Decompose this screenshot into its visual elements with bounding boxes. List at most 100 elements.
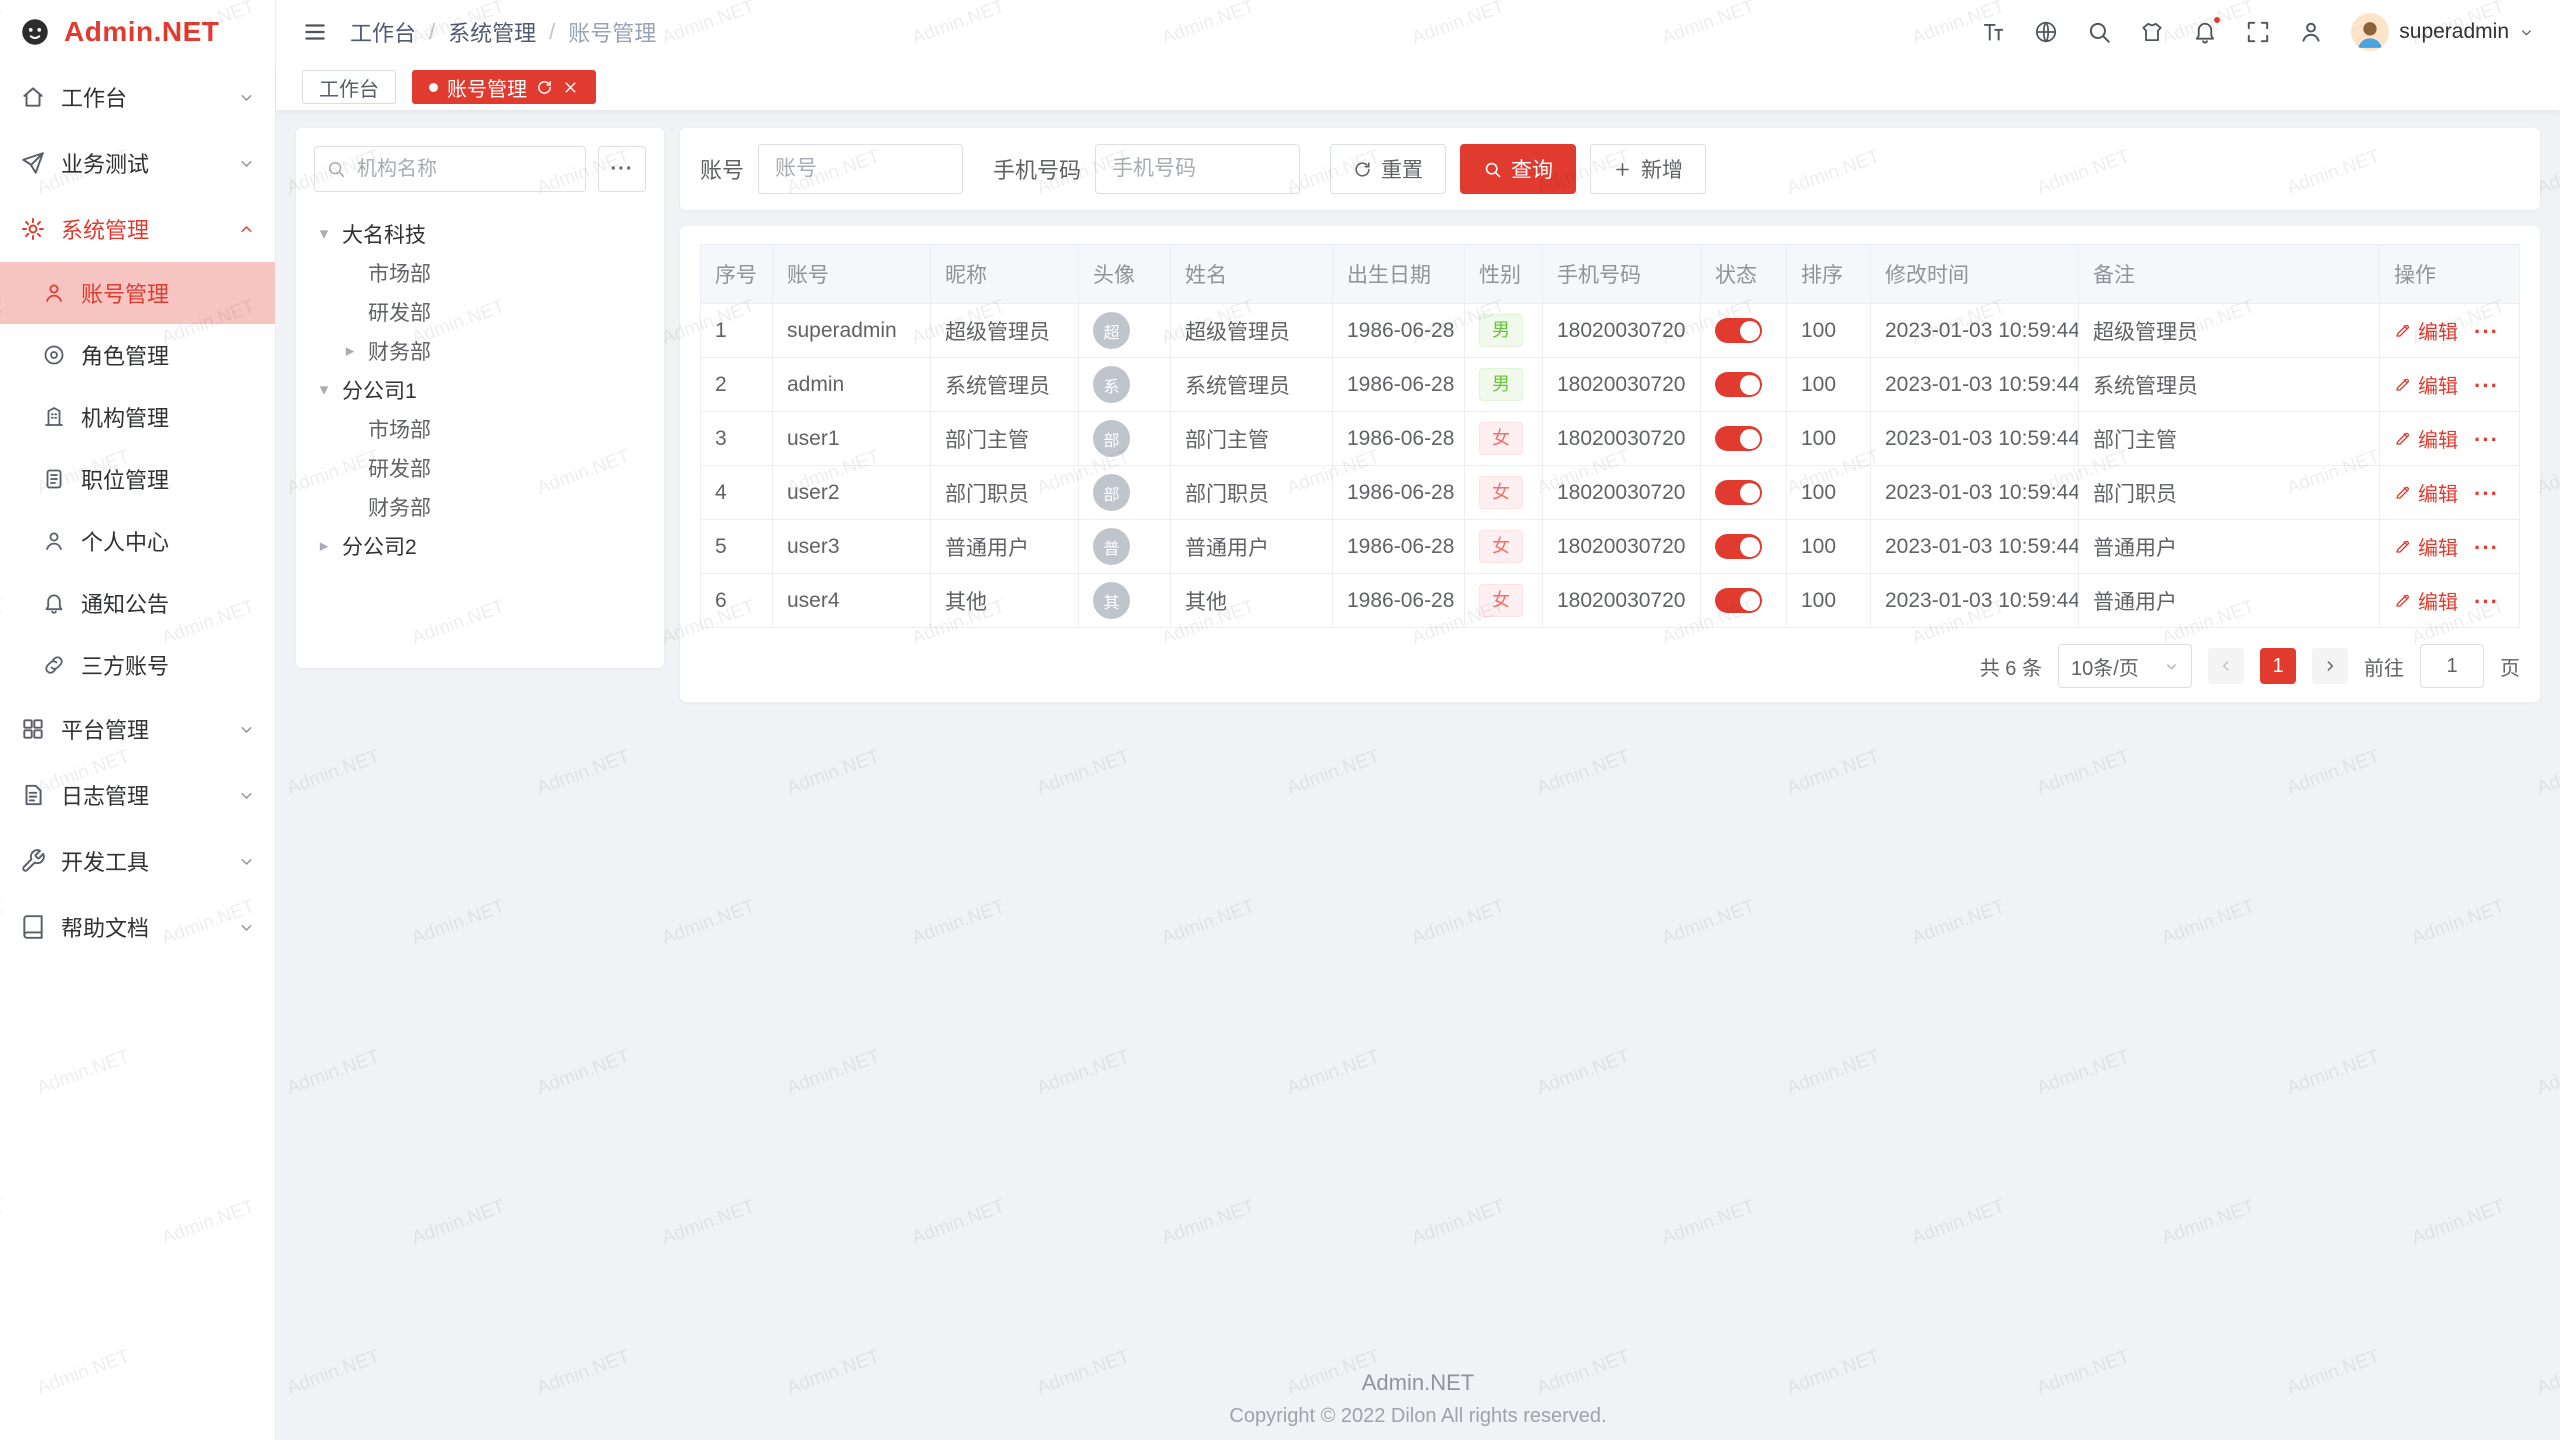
tree-node[interactable]: 市场部 (314, 409, 646, 448)
close-icon[interactable] (562, 79, 579, 96)
edit-button[interactable]: 编辑 (2394, 586, 2458, 615)
sidebar-item-dev-tools[interactable]: 开发工具 (0, 828, 275, 894)
tree-node[interactable]: ▸ 财务部 (314, 331, 646, 370)
row-more-button[interactable]: ··· (2474, 373, 2499, 398)
cell-name: 其他 (1171, 574, 1333, 628)
status-toggle[interactable] (1715, 372, 1762, 397)
profile-button[interactable] (2298, 19, 2324, 45)
cell-status (1701, 358, 1787, 412)
font-size-button[interactable] (1980, 19, 2006, 45)
caret-down-icon[interactable]: ▾ (314, 380, 334, 400)
sidebar-item-label: 机构管理 (81, 401, 169, 433)
sidebar-item-workbench[interactable]: 工作台 (0, 64, 275, 130)
tree-node[interactable]: 研发部 (314, 292, 646, 331)
right-column: 账号 手机号码 重置 查询 (680, 128, 2540, 702)
language-button[interactable] (2033, 19, 2059, 45)
cell-nickname: 超级管理员 (931, 304, 1079, 358)
caret-down-icon[interactable]: ▾ (314, 224, 334, 244)
refresh-icon[interactable] (536, 79, 553, 96)
row-more-button[interactable]: ··· (2474, 427, 2499, 452)
cell-account: user2 (773, 466, 931, 520)
fullscreen-button[interactable] (2245, 19, 2271, 45)
next-page-button[interactable] (2312, 648, 2348, 684)
sidebar-item-position-management[interactable]: 职位管理 (0, 448, 275, 510)
tab-workbench[interactable]: 工作台 (302, 70, 396, 104)
sidebar-item-thirdparty-account[interactable]: 三方账号 (0, 634, 275, 696)
page-size-select[interactable]: 10条/页 (2058, 644, 2192, 688)
edit-button[interactable]: 编辑 (2394, 370, 2458, 399)
cell-birthdate: 1986-06-28 (1333, 466, 1465, 520)
sidebar-item-system-management[interactable]: 系统管理 (0, 196, 275, 262)
row-more-button[interactable]: ··· (2474, 319, 2499, 344)
edit-button[interactable]: 编辑 (2394, 316, 2458, 345)
tree-node[interactable]: ▸ 分公司2 (314, 526, 646, 565)
cell-nickname: 系统管理员 (931, 358, 1079, 412)
sidebar-item-personal-center[interactable]: 个人中心 (0, 510, 275, 572)
breadcrumb-item[interactable]: 工作台 (350, 16, 416, 48)
caret-right-icon[interactable]: ▸ (314, 536, 334, 556)
goto-page-input[interactable] (2420, 644, 2484, 688)
footer-app-name: Admin.NET (276, 1370, 2560, 1396)
app-logo[interactable]: Admin.NET (0, 0, 275, 64)
status-toggle[interactable] (1715, 480, 1762, 505)
cell-remark: 系统管理员 (2079, 358, 2380, 412)
status-toggle[interactable] (1715, 318, 1762, 343)
cell-sort: 100 (1787, 412, 1871, 466)
search-icon (1483, 160, 1502, 179)
status-toggle[interactable] (1715, 588, 1762, 613)
status-toggle[interactable] (1715, 534, 1762, 559)
search-button[interactable]: 查询 (1460, 144, 1576, 194)
status-toggle[interactable] (1715, 426, 1762, 451)
tree-node[interactable]: 财务部 (314, 487, 646, 526)
sidebar-item-log-management[interactable]: 日志管理 (0, 762, 275, 828)
cell-account: admin (773, 358, 931, 412)
chevron-down-icon (238, 853, 255, 870)
tree-node[interactable]: 市场部 (314, 253, 646, 292)
row-more-button[interactable]: ··· (2474, 535, 2499, 560)
cell-status (1701, 574, 1787, 628)
col-gender: 性别 (1465, 245, 1543, 304)
gender-badge: 女 (1479, 530, 1523, 563)
sidebar-item-platform-management[interactable]: 平台管理 (0, 696, 275, 762)
breadcrumb-item[interactable]: 系统管理 (448, 16, 536, 48)
sidebar-item-help-docs[interactable]: 帮助文档 (0, 894, 275, 960)
tree-node[interactable]: 研发部 (314, 448, 646, 487)
sidebar-item-notice[interactable]: 通知公告 (0, 572, 275, 634)
tree-more-button[interactable]: ··· (598, 146, 646, 192)
edit-button[interactable]: 编辑 (2394, 532, 2458, 561)
chevron-down-icon (238, 721, 255, 738)
prev-page-button[interactable] (2208, 648, 2244, 684)
cell-name: 部门主管 (1171, 412, 1333, 466)
theme-button[interactable] (2139, 19, 2165, 45)
sidebar-item-org-management[interactable]: 机构管理 (0, 386, 275, 448)
sidebar-item-label: 通知公告 (81, 587, 169, 619)
username: superadmin (2399, 20, 2509, 44)
sidebar-item-account-management[interactable]: 账号管理 (0, 262, 275, 324)
tab-account-management[interactable]: 账号管理 (412, 70, 596, 104)
sidebar-item-label: 个人中心 (81, 525, 169, 557)
tree-node-label: 研发部 (368, 297, 431, 327)
sidebar-item-business-test[interactable]: 业务测试 (0, 130, 275, 196)
notifications-button[interactable] (2192, 19, 2218, 45)
reset-button[interactable]: 重置 (1330, 144, 1446, 194)
account-input[interactable] (758, 144, 963, 194)
tree-node[interactable]: ▾ 分公司1 (314, 370, 646, 409)
add-button[interactable]: 新增 (1590, 144, 1706, 194)
collapse-menu-button[interactable] (302, 19, 328, 45)
edit-button[interactable]: 编辑 (2394, 478, 2458, 507)
content: ··· ▾ 大名科技 市场部 研发部 (276, 110, 2560, 1440)
caret-right-icon[interactable]: ▸ (340, 341, 360, 361)
edit-button[interactable]: 编辑 (2394, 424, 2458, 453)
org-search-input[interactable] (314, 146, 586, 192)
sidebar-item-role-management[interactable]: 角色管理 (0, 324, 275, 386)
cell-sort: 100 (1787, 358, 1871, 412)
tree-node[interactable]: ▾ 大名科技 (314, 214, 646, 253)
phone-input[interactable] (1095, 144, 1300, 194)
search-button[interactable] (2086, 19, 2112, 45)
row-more-button[interactable]: ··· (2474, 589, 2499, 614)
user-menu[interactable]: superadmin (2351, 13, 2534, 51)
row-more-button[interactable]: ··· (2474, 481, 2499, 506)
table-row: 2admin系统管理员系系统管理员1986-06-28男180200307201… (701, 358, 2520, 412)
grid-icon (20, 716, 46, 742)
page-number-button[interactable]: 1 (2260, 648, 2296, 684)
